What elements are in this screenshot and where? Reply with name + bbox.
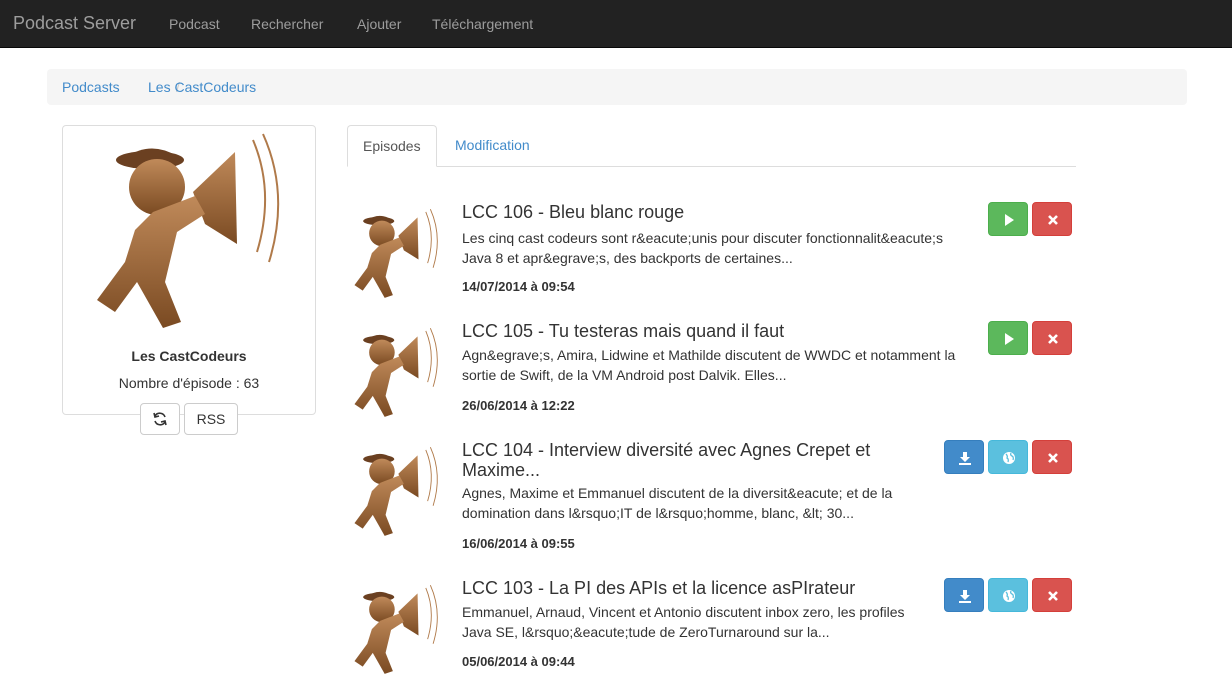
download-icon: [959, 590, 971, 603]
tab-episodes-label: Episodes: [363, 138, 421, 154]
podcast-title: Les CastCodeurs: [131, 348, 247, 364]
episode-date: 05/06/2014 à 09:44: [462, 654, 575, 669]
delete-button[interactable]: [1032, 321, 1072, 355]
download-button[interactable]: [944, 440, 984, 474]
episode-description-line: sortie de Swift, de la VM Android post D…: [462, 367, 787, 383]
episode-count-label: Nombre d'épisode :: [118, 375, 244, 391]
episode-description-line: Java SE, l&rsquo;&eacute;tude de ZeroTur…: [462, 624, 830, 640]
podcast-card: Les CastCodeurs Nombre d'épisode : 63: [62, 125, 316, 415]
play-button[interactable]: [988, 202, 1028, 236]
podcast-cover-image: [85, 132, 295, 332]
download-button[interactable]: [944, 578, 984, 612]
navbar: Podcast Server Podcast Rechercher Ajoute…: [0, 0, 1232, 48]
nav-link-rechercher[interactable]: Rechercher: [251, 14, 323, 34]
episode-count-value: 63: [243, 375, 260, 391]
delete-button[interactable]: [1032, 440, 1072, 474]
globe-icon: [1003, 452, 1015, 464]
episode-title: LCC 103 - La PI des APIs et la licence a…: [462, 578, 856, 598]
episode-title-continued: Maxime...: [462, 460, 541, 480]
nav-link-ajouter[interactable]: Ajouter: [357, 14, 401, 34]
episode-title: LCC 105 - Tu testeras mais quand il faut: [462, 321, 785, 341]
episode-date: 14/07/2014 à 09:54: [462, 279, 575, 294]
play-icon: [1005, 214, 1014, 226]
play-button[interactable]: [988, 321, 1028, 355]
globe-icon: [1003, 590, 1015, 602]
episode-count: Nombre d'épisode : 63: [63, 375, 315, 391]
tabs-divider: [347, 166, 1076, 167]
refresh-button[interactable]: [140, 403, 180, 435]
episode-description-line: Java 8 et apr&egrave;s, des backports de…: [462, 250, 793, 266]
episode-title: LCC 106 - Bleu blanc rouge: [462, 202, 685, 222]
remove-icon: [1048, 591, 1058, 601]
tab-modification[interactable]: Modification: [455, 137, 530, 153]
breadcrumb: Podcasts / Les CastCodeurs: [47, 69, 1187, 105]
episode-date: 26/06/2014 à 12:22: [462, 398, 575, 413]
nav-link-podcast[interactable]: Podcast: [169, 14, 220, 34]
delete-button[interactable]: [1032, 578, 1072, 612]
delete-button[interactable]: [1032, 202, 1072, 236]
episode-description-line: Emmanuel, Arnaud, Vincent et Antonio dis…: [462, 604, 905, 620]
remove-icon: [1048, 334, 1058, 344]
episode-description-line: Agnes, Maxime et Emmanuel discutent de l…: [462, 485, 893, 501]
tab-episodes[interactable]: Episodes: [347, 125, 437, 167]
episode-cover-image: [349, 321, 445, 425]
episode-title: LCC 104 - Interview diversité avec Agnes…: [462, 440, 871, 460]
rss-button[interactable]: RSS: [184, 403, 238, 435]
episode-cover-image: [349, 578, 445, 682]
refresh-icon: [153, 412, 167, 426]
download-icon: [959, 452, 971, 465]
episode-description-line: Agn&egrave;s, Amira, Lidwine et Mathilde…: [462, 347, 956, 363]
episode-cover-image: [349, 440, 445, 544]
episode-cover-image: [349, 202, 445, 306]
episode-date: 16/06/2014 à 09:55: [462, 536, 575, 551]
web-button[interactable]: [988, 440, 1028, 474]
episode-description-line: Les cinq cast codeurs sont r&eacute;unis…: [462, 230, 943, 246]
breadcrumb-podcasts[interactable]: Podcasts: [62, 78, 120, 96]
episode-description-line: domination dans l&rsquo;IT de l&rsquo;ho…: [462, 505, 854, 521]
remove-icon: [1048, 215, 1058, 225]
web-button[interactable]: [988, 578, 1028, 612]
breadcrumb-current[interactable]: Les CastCodeurs: [148, 78, 256, 96]
play-icon: [1005, 333, 1014, 345]
brand-link[interactable]: Podcast Server: [13, 11, 136, 35]
remove-icon: [1048, 453, 1058, 463]
nav-link-telechargement[interactable]: Téléchargement: [432, 14, 533, 34]
